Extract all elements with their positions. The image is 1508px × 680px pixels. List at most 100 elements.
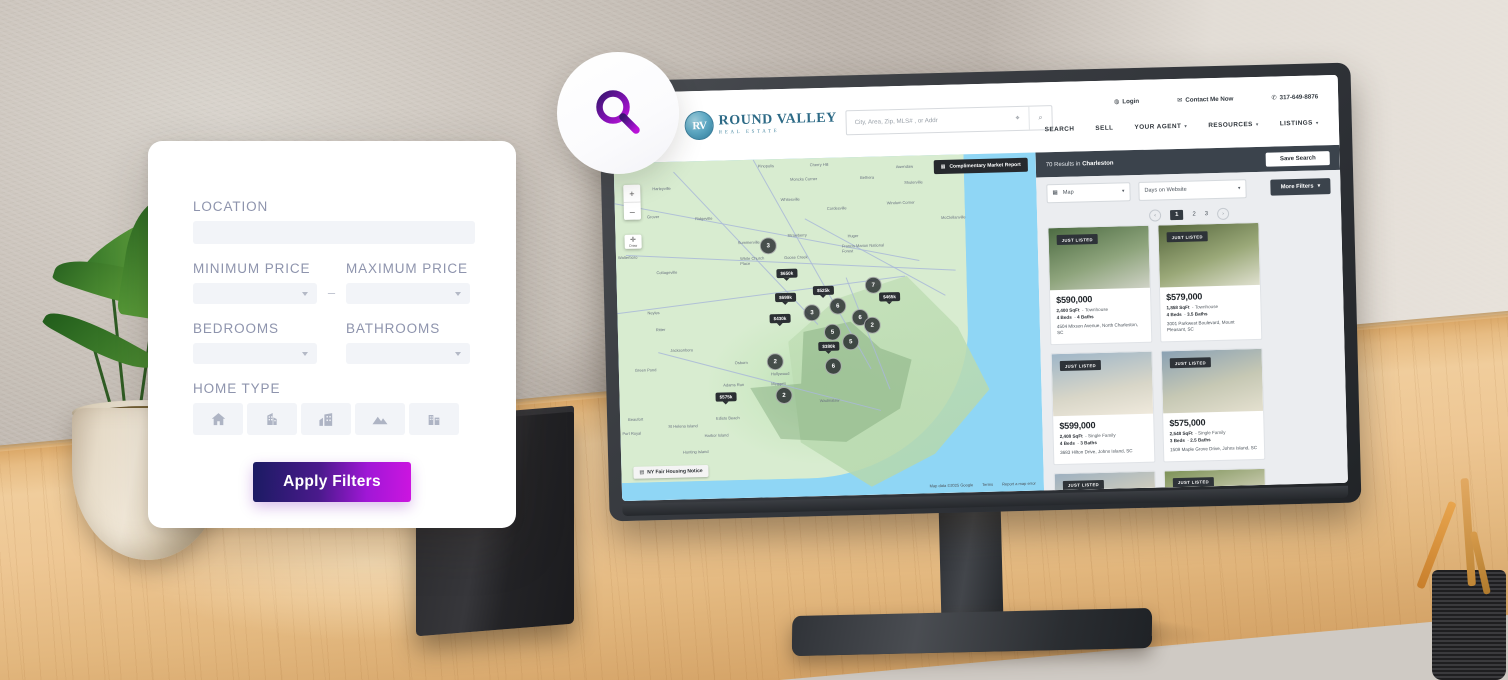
bathrooms-select[interactable] — [346, 343, 470, 364]
save-search-button[interactable]: Save Search — [1265, 150, 1330, 167]
bedrooms-select[interactable] — [193, 343, 317, 364]
range-separator: – — [327, 285, 336, 300]
house-icon — [211, 412, 225, 425]
zoom-in-button[interactable]: + — [623, 185, 640, 202]
main-navigation: SEARCH SELL YOUR AGENT ▾ RESOURCES ▾ LIS… — [1045, 119, 1319, 134]
map-label: Jacksonboro — [670, 347, 694, 353]
map-price-pin[interactable]: $430k — [769, 313, 791, 324]
listing-card[interactable]: JUST LISTED $639,900 1,685 SqFt - Single… — [1163, 467, 1269, 491]
site-logo[interactable]: RV ROUND VALLEY REAL ESTATE — [684, 108, 837, 141]
phone-link[interactable]: ✆ 317-649-8876 — [1271, 93, 1318, 101]
map-label: Harleyville — [652, 185, 671, 192]
home-type-house[interactable] — [193, 403, 243, 435]
map-label: Huger — [847, 233, 859, 239]
phone-icon: ✆ — [1271, 94, 1277, 102]
bathrooms-label: BATHROOMS — [346, 321, 441, 336]
multifamily-icon — [428, 415, 440, 425]
home-type-condo[interactable] — [247, 403, 297, 435]
nav-item-sell[interactable]: SELL — [1095, 125, 1113, 132]
listing-sqft: 2,548 SqFt — [1169, 430, 1193, 437]
pagination-page-3[interactable]: 3 — [1205, 211, 1208, 217]
location-icon[interactable]: ⌖ — [1007, 114, 1029, 123]
map-price-pin[interactable]: $465k — [878, 292, 900, 302]
map-label: Grover — [646, 214, 660, 220]
map-label: Francis Marion National Forest — [841, 242, 885, 254]
complimentary-market-report-button[interactable]: ▦ Complimentary Market Report — [933, 157, 1028, 175]
home-type-options — [193, 403, 471, 435]
pagination-prev[interactable]: ‹ — [1148, 209, 1162, 222]
listing-sqft: 1,858 SqFt — [1166, 304, 1190, 311]
location-input[interactable] — [193, 221, 475, 244]
map-price-pin[interactable]: $699k — [774, 292, 796, 303]
map-price-pin[interactable]: $380k — [818, 341, 840, 352]
view-select-value: Map — [1062, 189, 1074, 196]
chevron-down-icon: ▾ — [1237, 185, 1241, 192]
apply-filters-button[interactable]: Apply Filters — [253, 462, 411, 502]
nav-item-your-agent[interactable]: YOUR AGENT ▾ — [1134, 123, 1187, 131]
zoom-out-button[interactable]: – — [623, 201, 642, 220]
map-label: Wadmalaw — [819, 397, 840, 404]
listing-price: $599,000 — [1059, 420, 1096, 432]
pagination-page-1[interactable]: 1 — [1169, 209, 1184, 221]
fair-housing-notice[interactable]: ▤ NY Fair Housing Notice — [633, 464, 709, 479]
nav-label: SEARCH — [1044, 125, 1075, 134]
map-label: Meggett — [771, 380, 786, 387]
listing-card[interactable]: JUST LISTED $575,000 2,548 SqFt - Single… — [1160, 347, 1266, 462]
pagination-next[interactable]: › — [1216, 207, 1230, 220]
header-utility-links: ◍ Login ✉ Contact Me Now ✆ 317-649-8876 — [1114, 93, 1318, 105]
home-type-townhouse[interactable] — [301, 403, 351, 435]
status-badge: JUST LISTED — [1062, 479, 1105, 491]
map-label: Osborn — [734, 359, 748, 366]
monitor-screen: RV ROUND VALLEY REAL ESTATE City, Area, … — [611, 74, 1348, 502]
rooms-row: BEDROOMS BATHROOMS — [193, 321, 471, 364]
min-price-select[interactable] — [193, 283, 317, 304]
fair-housing-label: NY Fair Housing Notice — [647, 468, 703, 476]
listing-card[interactable]: JUST LISTED $590,000 2,400 SqFt - Townho… — [1047, 224, 1153, 346]
more-filters-button[interactable]: More Filters ▾ — [1270, 178, 1331, 196]
map-report-link[interactable]: Report a map error — [1002, 481, 1036, 487]
site-search-box[interactable]: City, Area, Zip, MLS# , or Addr ⌖ ⌕ — [845, 105, 1053, 136]
listing-card[interactable]: JUST LISTED $685,000 2,672 SqFt - Single… — [1053, 470, 1159, 491]
nav-item-resources[interactable]: RESOURCES ▾ — [1208, 121, 1259, 129]
listing-type: Townhouse — [1084, 306, 1109, 313]
condo-icon — [267, 413, 277, 425]
map-label: Ritter — [655, 326, 666, 333]
map-icon: ▦ — [1052, 190, 1058, 197]
listing-cards: JUST LISTED $590,000 2,400 SqFt - Townho… — [1037, 220, 1348, 491]
contact-label: Contact Me Now — [1185, 95, 1234, 104]
nav-item-search[interactable]: SEARCH — [1045, 126, 1075, 134]
price-range-row: MINIMUM PRICE – MAXIMUM PRICE — [193, 261, 471, 304]
map-price-pin[interactable]: $525k — [812, 285, 834, 296]
status-badge: JUST LISTED — [1166, 231, 1208, 243]
contact-link[interactable]: ✉ Contact Me Now — [1177, 96, 1233, 104]
map-panel[interactable]: Harleyville Grover Ridgeville Cottagevil… — [613, 152, 1045, 502]
map-label: Goose Creek — [783, 254, 808, 260]
min-price-label: MINIMUM PRICE — [193, 261, 311, 276]
desk-scene: RV ROUND VALLEY REAL ESTATE City, Area, … — [0, 0, 1508, 680]
map-label: Bethera — [860, 174, 875, 180]
sort-select[interactable]: Days on Website ▾ — [1138, 178, 1247, 201]
listing-baths: 2.5 Baths — [1190, 437, 1211, 443]
search-icon[interactable]: ⌕ — [1030, 114, 1052, 123]
pagination-page-2[interactable]: 2 — [1192, 212, 1195, 218]
map-label: Moncks Corner — [790, 176, 818, 182]
map-price-pin[interactable]: $575k — [715, 392, 737, 402]
results-count-text: 70 Results in — [1045, 160, 1081, 168]
login-link[interactable]: ◍ Login — [1114, 98, 1139, 106]
map-terms-link[interactable]: Terms — [982, 482, 993, 487]
map-draw-button[interactable]: ✛ Draw — [624, 234, 642, 249]
map-zoom-controls[interactable]: + – — [623, 184, 642, 220]
nav-item-listings[interactable]: LISTINGS ▾ — [1280, 119, 1319, 128]
listing-card[interactable]: JUST LISTED $579,000 1,858 SqFt - Townho… — [1157, 221, 1263, 343]
listing-card[interactable]: JUST LISTED $599,000 2,408 SqFt - Single… — [1050, 350, 1156, 465]
map-price-pin[interactable]: $650k — [776, 268, 798, 279]
chart-icon: ▦ — [940, 163, 946, 170]
max-price-select[interactable] — [346, 283, 470, 304]
listing-price: $590,000 — [1056, 294, 1093, 306]
listing-photo: JUST LISTED — [1048, 225, 1150, 291]
home-type-land[interactable] — [355, 403, 405, 435]
listing-price: $579,000 — [1166, 291, 1203, 303]
user-icon: ◍ — [1113, 98, 1120, 106]
home-type-multifamily[interactable] — [409, 403, 459, 435]
view-select[interactable]: ▦ Map ▾ — [1046, 181, 1131, 203]
